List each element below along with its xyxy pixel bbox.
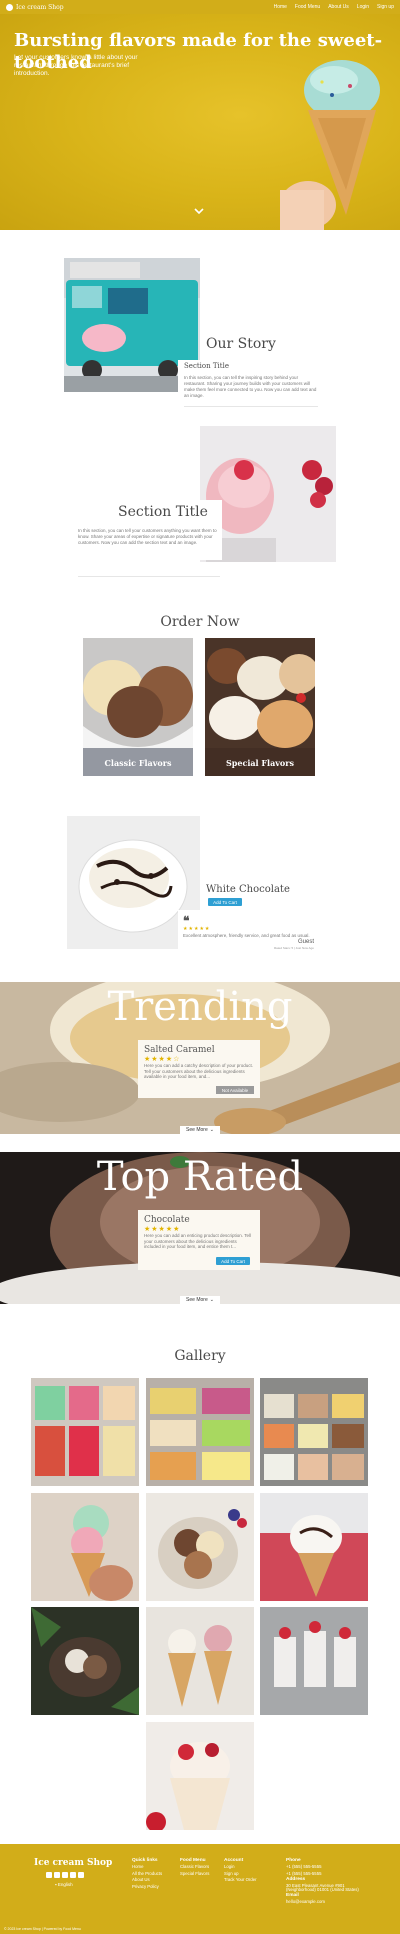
linkedin-icon[interactable] [70, 1872, 76, 1878]
special-flavors-label: Special Flavors [226, 758, 294, 768]
story-section-title: Section Title [184, 362, 229, 370]
twitter-icon[interactable] [54, 1872, 60, 1878]
nav-link-food-menu[interactable]: Food Menu [295, 4, 320, 10]
nav-link-sign-up[interactable]: Sign up [377, 4, 394, 10]
brand-name: Ice cream Shop [16, 3, 64, 11]
top-rated-product-description: Here you can add an enticing product des… [144, 1233, 251, 1250]
not-available-button[interactable]: Not Available [216, 1086, 254, 1094]
chevron-down-icon: ⌄ [209, 1297, 214, 1303]
facebook-icon[interactable] [46, 1872, 52, 1878]
review-meta: Rated Stars: 5 | Just Now Ago [274, 946, 314, 950]
footer-link-privacy-policy[interactable]: Privacy Policy [132, 1884, 162, 1890]
footer-link-classic-flavors[interactable]: Classic Flavors [180, 1864, 209, 1870]
address-text: 30 East Pleasant Avenue #901 (Neighborho… [286, 1882, 359, 1893]
footer: Ice cream Shop ▪ English Quick links Hom… [0, 1844, 400, 1934]
section-2-divider [78, 576, 220, 577]
footer-link-track-order[interactable]: Track Your Order [224, 1877, 257, 1883]
featured-product-name: White Chocolate [206, 884, 290, 895]
section-title-heading: Section Title [118, 504, 208, 520]
chevron-down-icon[interactable] [194, 206, 204, 216]
gallery-image[interactable] [260, 1607, 368, 1715]
hero-subtitle: Let your customers know a little about y… [14, 54, 138, 77]
social-links [46, 1872, 84, 1878]
footer-contact: Phone +1 (555) 555-5555 +1 (555) 555-555… [286, 1858, 372, 1906]
language-label: English [57, 1882, 73, 1887]
email-link[interactable]: hello@example.com [286, 1899, 372, 1905]
trending-product-name: Salted Caramel [144, 1045, 215, 1055]
gallery-image[interactable] [31, 1378, 139, 1486]
gallery-image[interactable] [31, 1493, 139, 1601]
brand[interactable]: Ice cream Shop [6, 3, 64, 11]
gallery-image[interactable] [31, 1607, 139, 1715]
special-flavors-card[interactable]: Special Flavors [205, 638, 315, 776]
gallery-image[interactable] [146, 1722, 254, 1830]
youtube-icon[interactable] [62, 1872, 68, 1878]
gallery-image[interactable] [260, 1378, 368, 1486]
classic-flavors-label: Classic Flavors [104, 758, 172, 768]
top-navbar: Ice cream Shop Home Food Menu About Us L… [0, 0, 400, 14]
nav-link-about-us[interactable]: About Us [328, 4, 349, 10]
copyright: © 2023 Ice cream Shop | Powered by Food … [4, 1927, 81, 1931]
instagram-icon[interactable] [78, 1872, 84, 1878]
footer-account: Account Login Sign up Track Your Order [224, 1858, 257, 1884]
gallery-image[interactable] [260, 1493, 368, 1601]
gallery-heading: Gallery [174, 1348, 226, 1364]
trending-product-stars: ★★★★☆ [144, 1056, 181, 1063]
top-rated-product-name: Chocolate [144, 1215, 190, 1225]
nav-link-home[interactable]: Home [274, 4, 287, 10]
gallery-image[interactable] [146, 1607, 254, 1715]
review-text: Excellent atmosphere, friendly service, … [183, 933, 310, 938]
trending-see-more-button[interactable]: See More ⌄ [180, 1126, 220, 1134]
story-divider [184, 406, 318, 407]
brand-logo-icon [6, 3, 13, 11]
top-rated-see-more-label: See More [186, 1297, 208, 1303]
reviewer-name: Guest [298, 939, 315, 945]
footer-brand: Ice cream Shop [34, 1858, 113, 1868]
language-selector[interactable]: ▪ English [55, 1882, 73, 1887]
gallery-image[interactable] [146, 1378, 254, 1486]
section-2-text: In this section, you can tell your custo… [78, 528, 217, 545]
footer-link-special-flavors[interactable]: Special Flavors [180, 1871, 209, 1877]
trending-title: Trending [107, 984, 293, 1030]
footer-food-menu: Food Menu Classic Flavors Special Flavor… [180, 1858, 209, 1877]
top-rated-add-to-cart-button[interactable]: Add To Cart [216, 1257, 250, 1265]
story-section-text: In this section, you can tell the inspir… [184, 375, 317, 398]
review-stars: ★★★★★ [183, 926, 211, 932]
classic-flavors-card[interactable]: Classic Flavors [83, 638, 193, 776]
language-flag-icon: ▪ [55, 1882, 57, 1887]
order-now-heading: Order Now [160, 614, 240, 630]
top-rated-see-more-button[interactable]: See More ⌄ [180, 1296, 220, 1304]
footer-quick-links: Quick links Home All the Products About … [132, 1858, 162, 1890]
trending-see-more-label: See More [186, 1127, 208, 1133]
top-rated-product-stars: ★★★★★ [144, 1226, 181, 1233]
nav-link-login[interactable]: Login [357, 4, 369, 10]
top-rated-title: Top Rated [96, 1154, 304, 1200]
gallery-image[interactable] [146, 1493, 254, 1601]
chevron-down-icon: ⌄ [209, 1127, 214, 1133]
featured-add-to-cart-button[interactable]: Add To Cart [208, 898, 242, 906]
our-story-heading: Our Story [206, 336, 276, 352]
trending-product-description: Here you can add a catchy description of… [144, 1063, 254, 1080]
